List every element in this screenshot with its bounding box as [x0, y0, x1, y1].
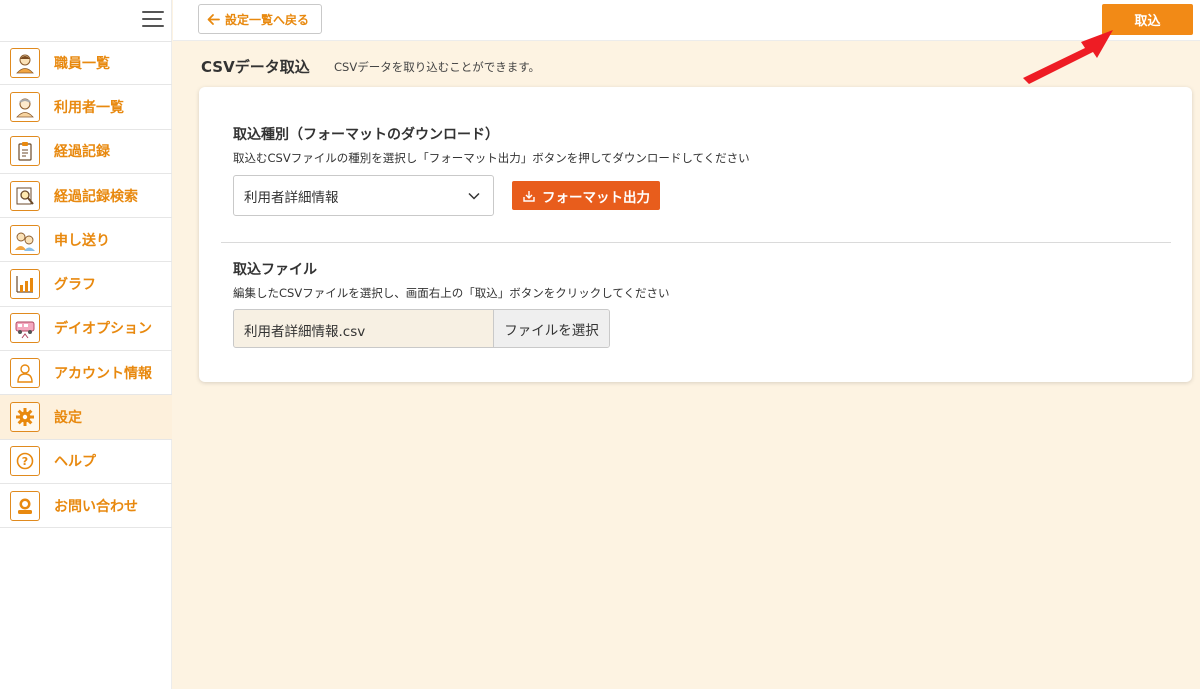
sidebar-item-label: お問い合わせ: [54, 498, 138, 515]
sidebar-item-handover[interactable]: 申し送り: [0, 218, 172, 263]
sidebar-item-label: ヘルプ: [54, 454, 96, 471]
contact-icon: [10, 490, 40, 521]
page-title: CSVデータ取込: [201, 58, 310, 76]
sidebar-item-help[interactable]: ? ヘルプ: [0, 440, 172, 484]
user-list-icon: [10, 91, 40, 122]
day-option-icon: [10, 313, 40, 344]
sidebar-item-label: アカウント情報: [54, 365, 152, 382]
import-button[interactable]: 取込: [1102, 4, 1193, 35]
sidebar-item-label: 経過記録: [54, 144, 110, 161]
sidebar-item-label: 職員一覧: [54, 56, 110, 73]
import-type-selected-value: 利用者詳細情報: [244, 189, 339, 206]
sidebar-item-record-search[interactable]: 経過記録検索: [0, 174, 172, 219]
sidebar-item-label: 利用者一覧: [54, 99, 124, 116]
sidebar-item-account-info[interactable]: アカウント情報: [0, 351, 172, 396]
help-icon: ?: [10, 446, 40, 477]
svg-text:?: ?: [22, 455, 28, 468]
format-section-title: 取込種別（フォーマットのダウンロード）: [233, 127, 499, 143]
sidebar-item-label: 設定: [54, 410, 82, 427]
file-section-description: 編集したCSVファイルを選択し、画面右上の「取込」ボタンをクリックしてください: [233, 286, 670, 300]
handover-icon: [10, 224, 40, 255]
staff-icon: [10, 48, 40, 79]
format-section-description: 取込むCSVファイルの種別を選択し「フォーマット出力」ボタンを押してダウンロード…: [233, 151, 750, 165]
gear-icon: [10, 402, 40, 433]
sidebar-item-settings[interactable]: 設定: [0, 395, 172, 440]
arrow-left-icon: [207, 13, 220, 25]
sidebar-item-day-option[interactable]: デイオプション: [0, 307, 172, 352]
sidebar-item-staff-list[interactable]: 職員一覧: [0, 41, 172, 86]
top-bar: 設定一覧へ戻る 取込: [173, 0, 1200, 41]
hamburger-menu-icon[interactable]: [140, 9, 164, 29]
graph-icon: [10, 269, 40, 300]
chevron-down-icon: [468, 192, 480, 200]
sidebar-item-contact[interactable]: お問い合わせ: [0, 484, 172, 529]
page-description: CSVデータを取り込むことができます。: [334, 60, 541, 74]
download-icon: [523, 190, 535, 202]
choose-file-button[interactable]: ファイルを選択: [493, 310, 609, 347]
format-output-button[interactable]: フォーマット出力: [512, 181, 660, 210]
back-to-settings-button[interactable]: 設定一覧へ戻る: [198, 4, 322, 34]
file-input[interactable]: 利用者詳細情報.csv ファイルを選択: [233, 309, 610, 348]
selected-file-name: 利用者詳細情報.csv: [244, 324, 366, 340]
sidebar-nav: 職員一覧 利用者一覧 経過記録 経過記録検索 申し送り グラフ デイオプション …: [0, 41, 172, 529]
sidebar-item-label: デイオプション: [54, 321, 152, 338]
sidebar-item-progress-record[interactable]: 経過記録: [0, 130, 172, 174]
section-divider: [221, 242, 1171, 243]
import-card: 取込種別（フォーマットのダウンロード） 取込むCSVファイルの種別を選択し「フォ…: [199, 87, 1192, 382]
clipboard-icon: [10, 136, 40, 167]
back-button-label: 設定一覧へ戻る: [225, 12, 310, 27]
search-record-icon: [10, 180, 40, 211]
sidebar-item-label: 経過記録検索: [54, 188, 138, 205]
file-section-title: 取込ファイル: [233, 262, 317, 278]
sidebar-item-graph[interactable]: グラフ: [0, 262, 172, 307]
sidebar-item-user-list[interactable]: 利用者一覧: [0, 85, 172, 130]
sidebar-item-label: グラフ: [54, 277, 96, 294]
account-icon: [10, 357, 40, 388]
sidebar: 職員一覧 利用者一覧 経過記録 経過記録検索 申し送り グラフ デイオプション …: [0, 0, 172, 689]
import-type-select[interactable]: 利用者詳細情報: [233, 175, 494, 216]
format-output-label: フォーマット出力: [542, 189, 650, 206]
sidebar-item-label: 申し送り: [54, 232, 110, 249]
